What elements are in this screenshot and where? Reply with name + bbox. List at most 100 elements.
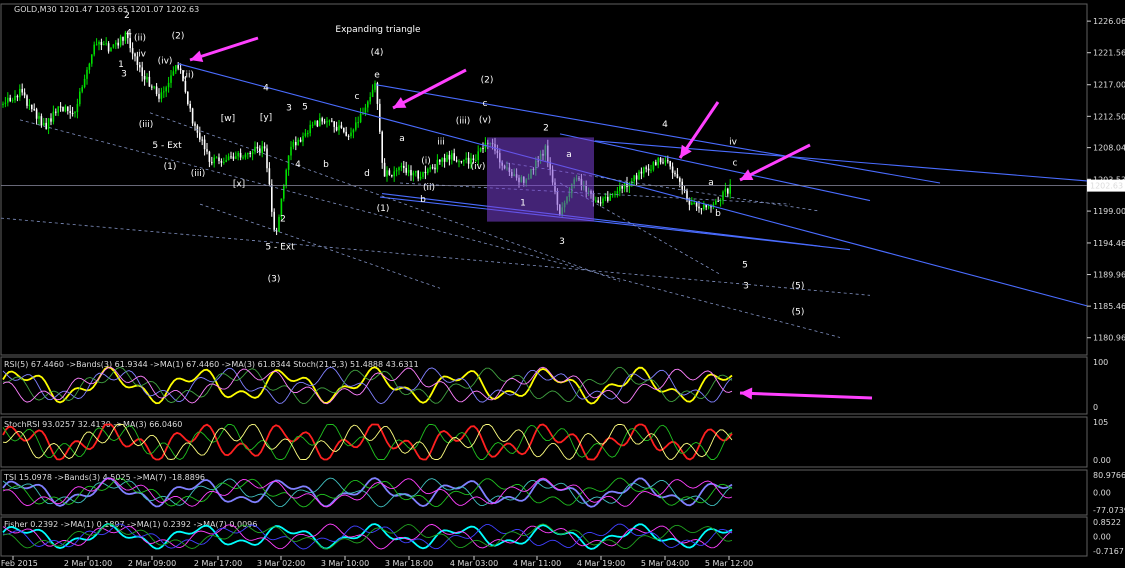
- candle-body: [237, 152, 239, 157]
- candle-body: [151, 86, 153, 88]
- candle-body: [621, 186, 623, 189]
- trend-line: [375, 84, 941, 184]
- wave-label: (iv): [471, 162, 486, 172]
- candle-body: [14, 95, 16, 101]
- candle-body: [458, 161, 460, 163]
- candle-body: [472, 158, 475, 161]
- candle-body: [105, 43, 107, 45]
- candle-body: [645, 167, 647, 169]
- candle-body: [676, 174, 679, 178]
- candle-body: [431, 167, 434, 169]
- candle-body: [158, 93, 160, 99]
- candle-body: [290, 146, 292, 156]
- candle-body: [333, 121, 335, 127]
- candle-body: [376, 83, 379, 104]
- price-tick-label: 1194.46: [1093, 239, 1125, 248]
- time-tick-label: 4 Mar 03:00: [450, 559, 498, 568]
- candle-body: [11, 100, 14, 102]
- candle-body: [326, 121, 328, 123]
- current-price-label: 1202.63: [1090, 182, 1123, 191]
- candle-body: [244, 154, 247, 158]
- candle-body: [273, 211, 275, 231]
- candle-body: [405, 167, 407, 173]
- candle-body: [727, 188, 729, 194]
- candle-body: [98, 41, 100, 45]
- candle-body: [388, 170, 391, 175]
- candle-body: [616, 191, 619, 194]
- candle-body: [693, 202, 695, 204]
- candle-body: [664, 160, 667, 163]
- candle-body: [107, 43, 110, 52]
- candle-body: [256, 146, 259, 149]
- candle-body: [88, 63, 91, 70]
- candle-body: [403, 165, 405, 168]
- wave-label: [y]: [260, 113, 272, 123]
- candle-body: [2, 103, 4, 106]
- wave-label: 5: [302, 102, 308, 112]
- candle-body: [83, 78, 86, 88]
- candle-body: [239, 152, 242, 158]
- candle-body: [143, 76, 146, 80]
- wave-label: c: [733, 158, 738, 168]
- candle-body: [662, 162, 664, 164]
- indicator-tick-label: 0.8522: [1093, 518, 1121, 527]
- wave-label: 3: [743, 281, 749, 291]
- indicator-title: RSI(5) 67.4460 ->Bands(3) 61.9344 ->MA(1…: [4, 360, 419, 369]
- candle-body: [79, 91, 81, 105]
- candle-body: [657, 158, 659, 166]
- candle-body: [148, 76, 151, 87]
- candle-body: [707, 206, 710, 208]
- price-tick-label: 1221.56: [1093, 49, 1125, 58]
- wave-label: (3): [268, 274, 281, 284]
- candle-body: [203, 139, 206, 150]
- candle-body: [81, 87, 83, 92]
- candle-body: [299, 139, 302, 142]
- wave-label: a: [566, 150, 572, 160]
- candle-body: [475, 159, 477, 161]
- candle-body: [479, 148, 482, 152]
- candle-body: [64, 106, 67, 112]
- candle-body: [235, 156, 237, 159]
- candle-body: [26, 95, 28, 106]
- price-tick-label: 1180.96: [1093, 334, 1125, 343]
- time-tick-label: 5 Mar 04:00: [641, 559, 689, 568]
- candle-body: [369, 97, 371, 102]
- candle-body: [715, 200, 717, 205]
- candle-body: [187, 91, 189, 105]
- wave-label: 4: [126, 29, 132, 39]
- candle-body: [21, 88, 23, 93]
- candle-body: [146, 76, 148, 80]
- candle-body: [609, 195, 611, 201]
- indicator-tick-label: -77.0739: [1093, 506, 1125, 515]
- candle-body: [302, 136, 304, 142]
- candle-body: [43, 122, 45, 126]
- candle-body: [407, 169, 410, 173]
- candle-body: [674, 172, 676, 175]
- candle-body: [467, 157, 470, 164]
- candle-body: [441, 157, 443, 162]
- candle-body: [345, 131, 347, 136]
- candle-body: [199, 132, 201, 140]
- candle-body: [211, 161, 213, 164]
- candle-body: [31, 104, 33, 110]
- candle-body: [71, 112, 74, 114]
- candle-body: [35, 109, 38, 119]
- candle-body: [311, 124, 314, 126]
- time-tick-label: 2 Mar 17:00: [194, 559, 242, 568]
- candle-body: [309, 124, 311, 134]
- candle-body: [415, 170, 417, 173]
- candle-body: [700, 208, 703, 210]
- candle-body: [129, 38, 131, 49]
- wave-label: (ii): [423, 183, 435, 193]
- candle-body: [175, 65, 177, 72]
- candle-body: [398, 167, 400, 171]
- candle-body: [91, 54, 93, 64]
- candle-body: [283, 185, 285, 199]
- dashed-line: [0, 217, 871, 296]
- wave-label: [w]: [221, 114, 235, 124]
- dashed-line: [199, 203, 441, 289]
- candle-body: [112, 44, 115, 48]
- wave-label: (ii): [182, 71, 194, 81]
- trading-chart-svg[interactable]: 1226.061221.561217.001212.501208.041203.…: [0, 0, 1125, 568]
- candle-body: [100, 41, 103, 46]
